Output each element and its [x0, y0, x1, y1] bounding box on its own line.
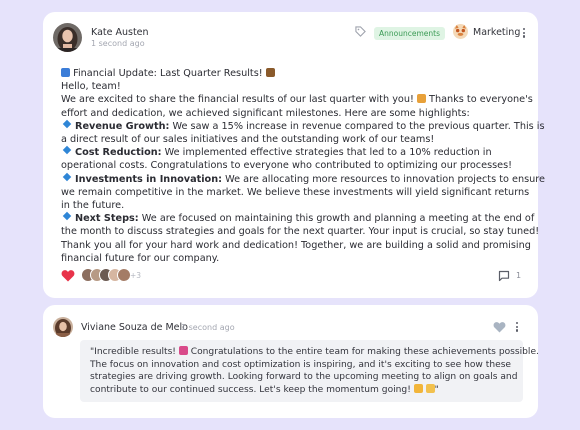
rocket-emoji: [178, 346, 188, 355]
author-avatar[interactable]: [53, 23, 82, 52]
comment-more-options-icon[interactable]: [513, 321, 521, 333]
text-run: effort and dedication, we achieved signi…: [61, 107, 470, 119]
reactions-extra-count: +3: [130, 271, 142, 280]
text-run: ": [434, 384, 439, 395]
text-run: a direct result of our sales initiatives…: [61, 134, 435, 146]
text-run: operational costs. Congratulations to ev…: [61, 160, 513, 172]
text-run: Congratulations to the entire team for m…: [187, 347, 539, 357]
author-name[interactable]: Kate Austen: [91, 27, 149, 38]
text-line: we remain competitive in the market. We …: [61, 186, 530, 199]
text-run: We are excited to share the financial re…: [61, 94, 417, 106]
like-heart-icon[interactable]: [493, 321, 506, 333]
bullet-diamond-icon: [62, 172, 72, 181]
text-line: Next Steps: We are focused on maintainin…: [61, 211, 534, 225]
text-line: strategies are driving growth. Looking f…: [90, 371, 517, 384]
briefcase-emoji: [265, 68, 275, 77]
tag-icon: [355, 26, 366, 37]
chart-emoji: [61, 68, 70, 77]
comment-timestamp: 1 second ago: [181, 323, 235, 332]
group-avatar: [453, 24, 468, 39]
text-line: a direct result of our sales initiatives…: [61, 133, 526, 146]
text-run: we remain competitive in the market. We …: [61, 186, 530, 198]
commenter-name[interactable]: Viviane Souza de Melo: [81, 322, 188, 333]
text-run: Thank you all for your hard work and ded…: [61, 239, 531, 251]
text-run: Hello, team!: [61, 81, 121, 93]
bullet-diamond-icon: [62, 119, 72, 129]
text-line: Revenue Growth: We saw a 15% increase in…: [61, 119, 545, 133]
text-line: "Incredible results! Congratulations to …: [90, 346, 539, 359]
bold-heading: Investments in Innovation:: [75, 173, 222, 185]
text-run: We are allocating more resources to inno…: [222, 173, 546, 185]
text-run: in the future.: [61, 200, 125, 212]
text-line: effort and dedication, we achieved signi…: [61, 107, 526, 120]
text-line: contribute to our continued success. Let…: [90, 383, 513, 397]
bullet-diamond-icon: [62, 211, 72, 221]
text-line: Investments in Innovation: We are alloca…: [61, 172, 545, 186]
text-line: Financial Update: Last Quarter Results!: [61, 67, 526, 80]
post-body: Financial Update: Last Quarter Results! …: [61, 67, 545, 265]
text-run: We are focused on maintaining this growt…: [138, 213, 535, 225]
text-run: We implemented effective strategies that…: [161, 147, 492, 159]
group-name[interactable]: Marketing: [473, 27, 520, 38]
text-run: We saw a 15% increase in revenue compare…: [169, 120, 545, 132]
text-line: Thank you all for your hard work and ded…: [61, 239, 531, 252]
text-run: Thanks to everyone's: [425, 94, 533, 106]
text-line: Cost Reduction: We implemented effective…: [61, 145, 526, 159]
text-line: We are excited to share the financial re…: [61, 93, 533, 106]
comment-card: Viviane Souza de Melo 1 second ago "Incr…: [43, 305, 539, 418]
reactor-avatars[interactable]: [81, 268, 131, 282]
text-run: the month to discuss strategies and goal…: [61, 226, 540, 238]
muscle-emoji: [413, 383, 423, 393]
more-options-icon[interactable]: [520, 27, 528, 39]
text-line: operational costs. Congratulations to ev…: [61, 159, 526, 172]
text-run: The focus on innovation and cost optimiz…: [90, 359, 512, 370]
heart-icon[interactable]: [61, 269, 75, 282]
comment-body: "Incredible results! Congratulations to …: [80, 340, 539, 402]
text-run: strategies are driving growth. Looking f…: [90, 372, 518, 383]
text-line: in the future.: [61, 199, 526, 212]
text-line: Hello, team!: [61, 80, 526, 93]
comment-icon[interactable]: [498, 270, 510, 282]
category-badge[interactable]: Announcements: [374, 27, 445, 40]
bullet-diamond-icon: [62, 145, 72, 155]
text-run: "Incredible results!: [90, 347, 179, 357]
text-line: the month to discuss strategies and goal…: [61, 225, 539, 238]
text-run: financial future for our company.: [61, 252, 220, 264]
bold-heading: Next Steps:: [75, 213, 139, 225]
comment-count: 1: [516, 271, 522, 280]
party-emoji: [416, 94, 426, 104]
post-timestamp: 1 second ago: [91, 39, 145, 48]
text-line: The focus on innovation and cost optimiz…: [90, 359, 513, 372]
commenter-avatar[interactable]: [53, 317, 73, 337]
text-run: contribute to our continued success. Let…: [90, 384, 414, 395]
clap-emoji: [425, 383, 435, 393]
post-card: Kate Austen 1 second ago Announcements M…: [43, 12, 545, 298]
reactor-avatar: [117, 268, 131, 282]
text-run: Financial Update: Last Quarter Results!: [70, 68, 266, 79]
bold-heading: Revenue Growth:: [75, 120, 170, 132]
bold-heading: Cost Reduction:: [75, 147, 162, 159]
text-line: financial future for our company.: [61, 252, 526, 265]
